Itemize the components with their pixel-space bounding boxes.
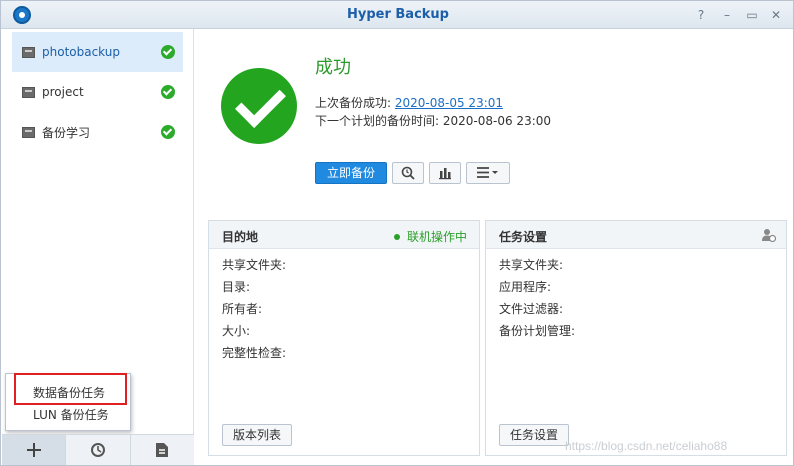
menu-item-lun-backup-task[interactable]: LUN 备份任务 xyxy=(6,404,130,426)
destination-title: 目的地 xyxy=(222,230,259,244)
minimize-icon[interactable]: – xyxy=(719,7,735,23)
task-settings-panel-header: 任务设置 xyxy=(486,221,786,249)
task-item-project[interactable]: project xyxy=(12,72,183,112)
detail-label: 应用程序: xyxy=(499,280,552,294)
sidebar-toolbar xyxy=(2,434,194,465)
task-icon xyxy=(22,86,35,98)
detail-label: 所有者: xyxy=(222,302,263,316)
status-title: 成功 xyxy=(315,57,351,78)
close-icon[interactable]: ✕ xyxy=(768,7,784,23)
statistics-icon[interactable] xyxy=(429,162,461,184)
detail-label: 完整性检查: xyxy=(222,346,287,360)
success-check-icon xyxy=(161,45,175,59)
next-backup-label: 下一个计划的备份时间: xyxy=(315,114,440,128)
hyper-backup-window: Hyper Backup ? – ▭ ✕ photobackup project… xyxy=(0,0,794,466)
task-settings-button[interactable]: 任务设置 xyxy=(499,424,570,446)
detail-label: 大小: xyxy=(222,324,251,338)
detail-label: 共享文件夹: xyxy=(499,258,564,272)
watermark-text: https://blog.csdn.net/celiaho88 xyxy=(565,439,728,453)
last-backup-line: 上次备份成功: 2020-08-05 23:01 xyxy=(315,94,503,111)
detail-label: 文件过滤器: xyxy=(499,302,564,316)
next-backup-value: 2020-08-06 23:00 xyxy=(442,114,552,128)
task-item-backup-study[interactable]: 备份学习 xyxy=(12,112,183,152)
success-check-icon xyxy=(161,125,175,139)
destination-panel: 目的地 联机操作中 共享文件夹: 目录: 所有者: 大小: 完整性检查: 版本列… xyxy=(208,220,480,456)
log-icon[interactable] xyxy=(131,435,194,465)
task-icon xyxy=(22,46,35,58)
task-label: photobackup xyxy=(42,45,120,59)
last-backup-link[interactable]: 2020-08-05 23:01 xyxy=(395,96,503,110)
title-bar[interactable]: Hyper Backup ? – ▭ ✕ xyxy=(1,1,793,29)
task-settings-title: 任务设置 xyxy=(499,230,548,244)
last-backup-label: 上次备份成功: xyxy=(315,96,392,110)
maximize-icon[interactable]: ▭ xyxy=(744,7,760,23)
version-list-button[interactable]: 版本列表 xyxy=(222,424,293,446)
window-title: Hyper Backup xyxy=(346,7,449,22)
user-settings-icon[interactable] xyxy=(762,228,777,243)
task-item-photobackup[interactable]: photobackup xyxy=(12,32,183,72)
detail-label: 目录: xyxy=(222,280,251,294)
task-label: project xyxy=(42,85,84,99)
backup-now-button[interactable]: 立即备份 xyxy=(315,162,387,184)
task-settings-panel: 任务设置 共享文件夹: 应用程序: 文件过滤器: 备份计划管理: 任务设置 xyxy=(485,220,787,456)
help-icon[interactable]: ? xyxy=(693,7,709,23)
highlight-box xyxy=(14,373,127,405)
success-status-icon xyxy=(221,68,297,144)
online-status: 联机操作中 xyxy=(394,228,467,245)
action-menu-button[interactable] xyxy=(466,162,510,184)
history-icon[interactable] xyxy=(66,435,131,465)
detail-label: 备份计划管理: xyxy=(499,324,576,338)
task-icon xyxy=(22,126,35,138)
plus-icon[interactable] xyxy=(2,435,67,465)
browse-versions-icon[interactable] xyxy=(392,162,424,184)
destination-panel-header: 目的地 联机操作中 xyxy=(209,221,479,249)
next-backup-line: 下一个计划的备份时间: 2020-08-06 23:00 xyxy=(315,112,551,129)
success-check-icon xyxy=(161,85,175,99)
detail-label: 共享文件夹: xyxy=(222,258,287,272)
task-label: 备份学习 xyxy=(42,125,91,140)
